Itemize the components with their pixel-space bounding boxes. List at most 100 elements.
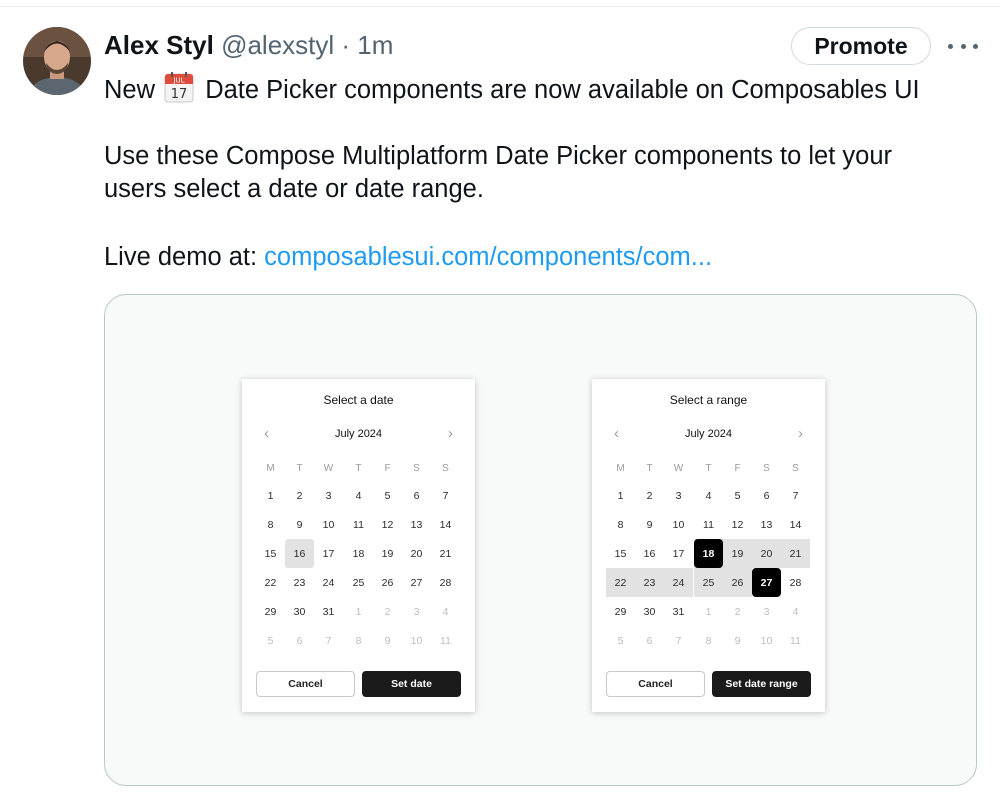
day-cell[interactable]: 28 bbox=[781, 568, 810, 597]
day-cell-outside[interactable]: 7 bbox=[664, 626, 693, 655]
day-cell[interactable]: 29 bbox=[606, 597, 635, 626]
day-cell-range-start[interactable]: 18 bbox=[694, 539, 723, 568]
set-date-button[interactable]: Set date bbox=[362, 671, 461, 697]
day-cell[interactable]: 15 bbox=[256, 539, 285, 568]
day-cell-outside[interactable]: 10 bbox=[752, 626, 781, 655]
day-cell[interactable]: 30 bbox=[635, 597, 664, 626]
day-cell-outside[interactable]: 11 bbox=[781, 626, 810, 655]
day-cell-in-range[interactable]: 20 bbox=[752, 539, 781, 568]
day-cell[interactable]: 15 bbox=[606, 539, 635, 568]
day-cell-outside[interactable]: 11 bbox=[431, 626, 460, 655]
chevron-right-icon[interactable]: › bbox=[448, 425, 453, 442]
day-cell[interactable]: 28 bbox=[431, 568, 460, 597]
day-cell[interactable]: 16 bbox=[635, 539, 664, 568]
day-cell[interactable]: 30 bbox=[285, 597, 314, 626]
day-cell[interactable]: 6 bbox=[752, 481, 781, 510]
day-cell[interactable]: 11 bbox=[694, 510, 723, 539]
day-cell-outside[interactable]: 6 bbox=[635, 626, 664, 655]
day-cell-outside[interactable]: 8 bbox=[344, 626, 373, 655]
day-cell[interactable]: 9 bbox=[635, 510, 664, 539]
day-cell[interactable]: 12 bbox=[723, 510, 752, 539]
day-cell[interactable]: 17 bbox=[314, 539, 343, 568]
promote-button[interactable]: Promote bbox=[791, 27, 931, 65]
day-cell[interactable]: 3 bbox=[314, 481, 343, 510]
day-cell[interactable]: 27 bbox=[402, 568, 431, 597]
day-cell[interactable]: 21 bbox=[431, 539, 460, 568]
day-cell-outside[interactable]: 4 bbox=[781, 597, 810, 626]
day-cell-outside[interactable]: 4 bbox=[431, 597, 460, 626]
day-cell[interactable]: 4 bbox=[344, 481, 373, 510]
day-cell-outside[interactable]: 9 bbox=[373, 626, 402, 655]
day-cell[interactable]: 14 bbox=[781, 510, 810, 539]
day-cell[interactable]: 8 bbox=[256, 510, 285, 539]
day-cell-outside[interactable]: 5 bbox=[606, 626, 635, 655]
day-cell[interactable]: 10 bbox=[664, 510, 693, 539]
day-cell[interactable]: 11 bbox=[344, 510, 373, 539]
avatar[interactable] bbox=[23, 27, 91, 95]
day-cell-outside[interactable]: 6 bbox=[285, 626, 314, 655]
day-cell[interactable]: 26 bbox=[373, 568, 402, 597]
chevron-right-icon[interactable]: › bbox=[798, 425, 803, 442]
day-cell-in-range[interactable]: 21 bbox=[781, 539, 810, 568]
media-card[interactable]: Select a date ‹ July 2024 › M T W T F S … bbox=[104, 294, 977, 786]
day-cell[interactable]: 19 bbox=[373, 539, 402, 568]
day-cell[interactable]: 2 bbox=[635, 481, 664, 510]
day-cell[interactable]: 31 bbox=[314, 597, 343, 626]
day-cell-in-range[interactable]: 24 bbox=[664, 568, 693, 597]
day-cell-outside[interactable]: 5 bbox=[256, 626, 285, 655]
day-cell-outside[interactable]: 9 bbox=[723, 626, 752, 655]
day-cell[interactable]: 22 bbox=[256, 568, 285, 597]
day-cell-selected[interactable]: 16 bbox=[285, 539, 314, 568]
day-cell[interactable]: 2 bbox=[285, 481, 314, 510]
picker-title: Select a range bbox=[669, 393, 748, 407]
day-cell-in-range[interactable]: 19 bbox=[723, 539, 752, 568]
day-cell-outside[interactable]: 8 bbox=[694, 626, 723, 655]
day-cell[interactable]: 8 bbox=[606, 510, 635, 539]
day-cell[interactable]: 9 bbox=[285, 510, 314, 539]
day-cell[interactable]: 5 bbox=[723, 481, 752, 510]
day-cell-outside[interactable]: 10 bbox=[402, 626, 431, 655]
day-cell[interactable]: 31 bbox=[664, 597, 693, 626]
day-cell[interactable]: 1 bbox=[606, 481, 635, 510]
day-cell[interactable]: 7 bbox=[781, 481, 810, 510]
day-cell-in-range[interactable]: 25 bbox=[694, 568, 723, 597]
cancel-button[interactable]: Cancel bbox=[606, 671, 705, 697]
day-cell-outside[interactable]: 2 bbox=[373, 597, 402, 626]
day-cell[interactable]: 24 bbox=[314, 568, 343, 597]
day-cell[interactable]: 29 bbox=[256, 597, 285, 626]
author-handle[interactable]: @alexstyl bbox=[221, 30, 334, 60]
cancel-button[interactable]: Cancel bbox=[256, 671, 355, 697]
day-cell-outside[interactable]: 2 bbox=[723, 597, 752, 626]
day-cell-outside[interactable]: 3 bbox=[402, 597, 431, 626]
day-cell[interactable]: 13 bbox=[402, 510, 431, 539]
day-cell-outside[interactable]: 3 bbox=[752, 597, 781, 626]
picker-month: July 2024 bbox=[334, 428, 383, 440]
tweet-time[interactable]: 1m bbox=[357, 30, 393, 60]
day-cell[interactable]: 4 bbox=[694, 481, 723, 510]
day-cell[interactable]: 10 bbox=[314, 510, 343, 539]
day-cell[interactable]: 7 bbox=[431, 481, 460, 510]
day-cell[interactable]: 3 bbox=[664, 481, 693, 510]
day-cell[interactable]: 6 bbox=[402, 481, 431, 510]
day-cell-in-range[interactable]: 22 bbox=[606, 568, 635, 597]
demo-link[interactable]: composablesui.com/components/com... bbox=[264, 243, 712, 271]
set-date-range-button[interactable]: Set date range bbox=[712, 671, 811, 697]
day-cell[interactable]: 20 bbox=[402, 539, 431, 568]
day-cell[interactable]: 5 bbox=[373, 481, 402, 510]
day-cell[interactable]: 17 bbox=[664, 539, 693, 568]
day-cell[interactable]: 14 bbox=[431, 510, 460, 539]
day-cell[interactable]: 18 bbox=[344, 539, 373, 568]
day-cell[interactable]: 25 bbox=[344, 568, 373, 597]
day-cell-in-range[interactable]: 23 bbox=[635, 568, 664, 597]
day-cell[interactable]: 1 bbox=[256, 481, 285, 510]
day-cell-range-end[interactable]: 27 bbox=[752, 568, 781, 597]
day-cell-outside[interactable]: 1 bbox=[694, 597, 723, 626]
more-options-icon[interactable] bbox=[948, 34, 978, 58]
day-cell[interactable]: 12 bbox=[373, 510, 402, 539]
day-cell-outside[interactable]: 7 bbox=[314, 626, 343, 655]
day-cell[interactable]: 13 bbox=[752, 510, 781, 539]
day-cell-outside[interactable]: 1 bbox=[344, 597, 373, 626]
day-cell[interactable]: 23 bbox=[285, 568, 314, 597]
day-cell-in-range[interactable]: 26 bbox=[723, 568, 752, 597]
author-name[interactable]: Alex Styl bbox=[104, 30, 214, 60]
